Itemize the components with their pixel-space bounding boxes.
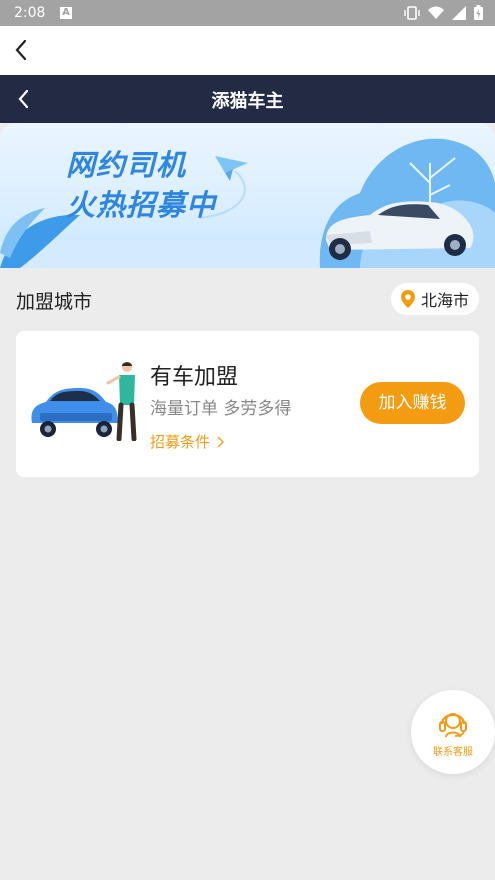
customer-service-button[interactable]: 联系客服 [411, 690, 495, 774]
back-arrow-icon[interactable] [8, 36, 36, 64]
recruitment-banner[interactable]: 网约司机 火热招募中 [0, 123, 495, 268]
notification-icon: A [60, 7, 72, 19]
headset-icon [439, 713, 467, 738]
card-subtitle: 海量订单 多劳多得 [150, 399, 292, 419]
browser-nav-bar [0, 26, 495, 75]
location-pin-icon [400, 290, 415, 308]
card-title: 有车加盟 [150, 365, 239, 390]
car-with-driver-illustration [31, 362, 137, 441]
signal-icon [452, 5, 466, 20]
status-icons [404, 5, 483, 20]
status-bar: 2:08 A [0, 0, 495, 26]
battery-icon [474, 5, 483, 20]
banner-headline-line2: 火热招募中 [66, 188, 217, 222]
page-title: 添猫车主 [211, 91, 284, 112]
banner-headline: 网约司机 火热招募中 [66, 145, 216, 225]
chevron-right-icon [217, 436, 225, 447]
page-header: 添猫车主 [0, 75, 495, 123]
wifi-icon [428, 6, 444, 19]
recruit-conditions-link[interactable]: 招募条件 [150, 431, 225, 452]
status-time: 2:08 [14, 5, 46, 21]
city-label: 加盟城市 [16, 291, 93, 313]
city-value: 北海市 [420, 291, 469, 310]
banner-headline-line1: 网约司机 [66, 148, 187, 182]
join-button[interactable]: 加入赚钱 [360, 382, 465, 424]
city-selector[interactable]: 北海市 [390, 283, 479, 315]
join-card: 有车加盟 海量订单 多劳多得 招募条件 加入赚钱 [16, 331, 479, 477]
vibrate-icon [404, 5, 420, 20]
customer-service-label: 联系客服 [433, 747, 473, 758]
city-row: 加盟城市 北海市 [0, 283, 495, 317]
recruit-conditions-label: 招募条件 [150, 433, 211, 451]
